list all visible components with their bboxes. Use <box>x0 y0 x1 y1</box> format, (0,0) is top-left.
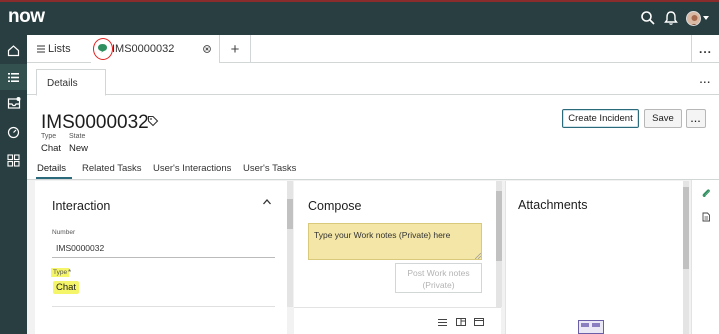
bell-icon[interactable] <box>663 10 679 26</box>
chat-icon <box>98 44 107 53</box>
attachment-placeholder-icon <box>578 320 604 334</box>
compose-scrollbar[interactable] <box>496 181 502 307</box>
grid-icon <box>7 153 20 167</box>
nav-dashboard[interactable] <box>0 119 27 145</box>
nav-apps[interactable] <box>0 147 27 173</box>
paperclip-icon[interactable] <box>701 188 711 198</box>
number-field[interactable]: IMS0000032 <box>52 241 275 258</box>
split-layout-icon[interactable] <box>456 318 466 326</box>
tab-divider <box>250 35 251 63</box>
close-icon[interactable] <box>203 45 211 53</box>
worknotes-input[interactable]: Type your Work notes (Private) here <box>308 223 482 260</box>
avatar-image <box>687 12 700 25</box>
record-number: IMS0000032 <box>41 112 149 133</box>
record-more-button[interactable]: ... <box>686 109 706 128</box>
worknotes-placeholder: Type your Work notes (Private) here <box>314 230 451 240</box>
save-label: Save <box>652 113 674 124</box>
tab-record[interactable]: IMS0000032 <box>91 35 219 64</box>
create-incident-label: Create Incident <box>568 113 633 124</box>
browser-edge <box>0 0 719 2</box>
tab-users-tasks[interactable]: User's Tasks <box>243 163 296 174</box>
subtab-more-button[interactable]: ... <box>700 75 711 86</box>
document-icon[interactable] <box>701 212 711 222</box>
create-incident-button[interactable]: Create Incident <box>562 109 639 128</box>
subtab-details-label: Details <box>47 78 78 89</box>
record-state-value: New <box>69 143 89 154</box>
post-button-line1: Post Work notes <box>407 268 470 278</box>
compose-title: Compose <box>308 199 362 213</box>
add-tab-button[interactable]: + <box>220 35 250 63</box>
subtab-details[interactable]: Details <box>36 69 106 96</box>
nav-lists[interactable] <box>0 64 27 90</box>
add-tab-label: + <box>230 40 240 58</box>
workspace-tab-bar: Lists IMS0000032 + ... <box>27 35 719 64</box>
servicenow-logo[interactable]: now <box>8 6 45 28</box>
active-tab-indicator <box>36 177 72 179</box>
scrollbar-thumb[interactable] <box>496 191 502 261</box>
record-state-label: State <box>69 133 86 140</box>
tab-record-label: IMS0000032 <box>112 43 175 55</box>
search-icon[interactable] <box>640 10 656 26</box>
record-type-value: Chat <box>41 143 62 154</box>
list-icon <box>8 72 19 82</box>
logo-text: now <box>8 6 45 27</box>
tag-icon[interactable] <box>147 115 159 127</box>
nav-inbox[interactable] <box>0 90 27 116</box>
tab-users-interactions[interactable]: User's Interactions <box>153 163 231 174</box>
record-subtab-bar: Details ... <box>27 63 719 96</box>
post-worknotes-button[interactable]: Post Work notes (Private) <box>395 263 482 293</box>
top-header: now <box>0 0 719 35</box>
scrollbar-thumb[interactable] <box>683 187 689 269</box>
number-field-value: IMS0000032 <box>56 243 105 253</box>
attachments-title: Attachments <box>518 198 588 212</box>
right-rail <box>691 180 719 334</box>
chevron-down-icon[interactable] <box>703 16 709 20</box>
scrollbar-thumb[interactable] <box>287 199 293 229</box>
menu-icon <box>37 45 45 53</box>
interaction-title: Interaction <box>52 199 111 213</box>
type-field-label-text: Type <box>53 269 68 276</box>
divider <box>52 306 275 307</box>
record-type-label: Type <box>41 133 57 140</box>
nav-home[interactable] <box>0 37 27 63</box>
type-field-label: Type <box>51 268 70 277</box>
attachments-scrollbar[interactable] <box>683 181 689 334</box>
tab-more-label: ... <box>698 42 712 56</box>
save-button[interactable]: Save <box>644 109 682 128</box>
dashboard-icon <box>7 126 20 138</box>
form-tabs: Details Related Tasks User's Interaction… <box>27 158 719 180</box>
layout-toolbar <box>294 307 501 334</box>
tab-lists-label: Lists <box>48 43 71 55</box>
interaction-scrollbar[interactable] <box>287 181 293 307</box>
tab-more-button[interactable]: ... <box>691 35 719 63</box>
tab-lists[interactable]: Lists <box>27 35 91 63</box>
record-more-label: ... <box>690 113 702 124</box>
tab-related-tasks[interactable]: Related Tasks <box>82 163 142 174</box>
type-field-value[interactable]: Chat <box>53 281 80 294</box>
user-avatar[interactable] <box>686 11 701 26</box>
home-icon <box>7 44 20 56</box>
list-layout-icon[interactable] <box>438 319 447 326</box>
subtab-more-label: ... <box>699 75 711 86</box>
chevron-up-icon[interactable] <box>262 198 272 206</box>
inbox-icon <box>7 97 20 109</box>
required-marker: * <box>68 268 72 277</box>
number-field-label: Number <box>52 229 76 236</box>
left-navigation <box>0 35 27 334</box>
post-button-line2: (Private) <box>422 280 455 290</box>
single-layout-icon[interactable] <box>474 318 484 326</box>
resize-handle-icon[interactable] <box>475 253 481 259</box>
tab-details[interactable]: Details <box>37 163 66 174</box>
